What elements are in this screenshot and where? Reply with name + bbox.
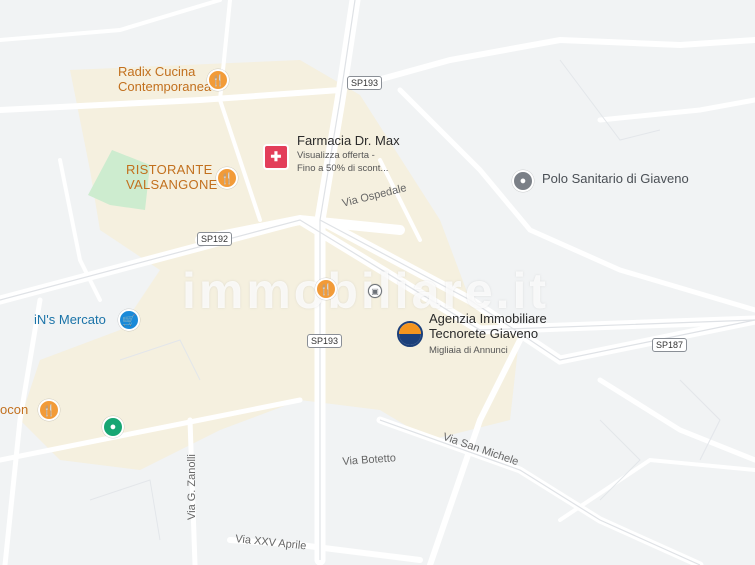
poi-label-farmacia[interactable]: Farmacia Dr. Max xyxy=(297,133,400,149)
poi-label-radix-line2: Contemporanea xyxy=(118,78,212,94)
agency-logo-top xyxy=(399,323,421,334)
poi-label-agenzia[interactable]: Agenzia Immobiliare Tecnorete Giaveno xyxy=(429,311,547,342)
poi-label-radix-line1: Radix Cucina xyxy=(118,64,196,79)
restaurant-icon[interactable]: 🍴 xyxy=(38,399,60,421)
restaurant-icon[interactable]: 🍴 xyxy=(315,278,337,300)
poi-label-ristorante-line2: VALSANGONE xyxy=(126,176,218,192)
medical-icon[interactable]: ● xyxy=(512,170,534,192)
poi-label-cocon[interactable]: ocon xyxy=(0,402,28,418)
poi-label-farmacia-sub2: Fino a 50% di scont... xyxy=(297,163,389,174)
map-canvas[interactable]: immobiliare.it Radix Cucina Contemporane… xyxy=(0,0,755,565)
road-shield-sp193-bottom: SP193 xyxy=(307,334,343,348)
pharmacy-icon[interactable]: ✚ xyxy=(263,144,289,170)
restaurant-icon[interactable]: 🍴 xyxy=(216,167,238,189)
street-label-via-zanolli: Via G. Zanolli xyxy=(186,454,198,520)
poi-label-polo[interactable]: Polo Sanitario di Giaveno xyxy=(542,171,689,187)
bus-stop-icon[interactable]: ▣ xyxy=(368,284,382,298)
poi-label-agenzia-sub: Migliaia di Annunci xyxy=(429,345,508,356)
agency-logo-bottom xyxy=(399,334,421,345)
shopping-cart-icon[interactable]: 🛒 xyxy=(118,309,140,331)
poi-label-ristorante-line1: RISTORANTE xyxy=(126,162,213,177)
poi-label-agenzia-line1: Agenzia Immobiliare xyxy=(429,311,547,326)
road-shield-sp193-top: SP193 xyxy=(347,76,383,90)
poi-label-agenzia-line2: Tecnorete Giaveno xyxy=(429,325,539,341)
poi-label-farmacia-sub1: Visualizza offerta - xyxy=(297,150,375,161)
poi-label-radix[interactable]: Radix Cucina Contemporanea xyxy=(118,64,212,95)
agency-logo-icon[interactable] xyxy=(397,321,423,347)
poi-label-ins-mercato[interactable]: iN's Mercato xyxy=(34,312,106,328)
poi-label-ristorante[interactable]: RISTORANTE VALSANGONE xyxy=(126,162,218,193)
road-shield-sp187: SP187 xyxy=(652,338,688,352)
road-shield-sp192: SP192 xyxy=(197,232,233,246)
place-icon[interactable]: ● xyxy=(102,416,124,438)
restaurant-icon[interactable]: 🍴 xyxy=(207,69,229,91)
